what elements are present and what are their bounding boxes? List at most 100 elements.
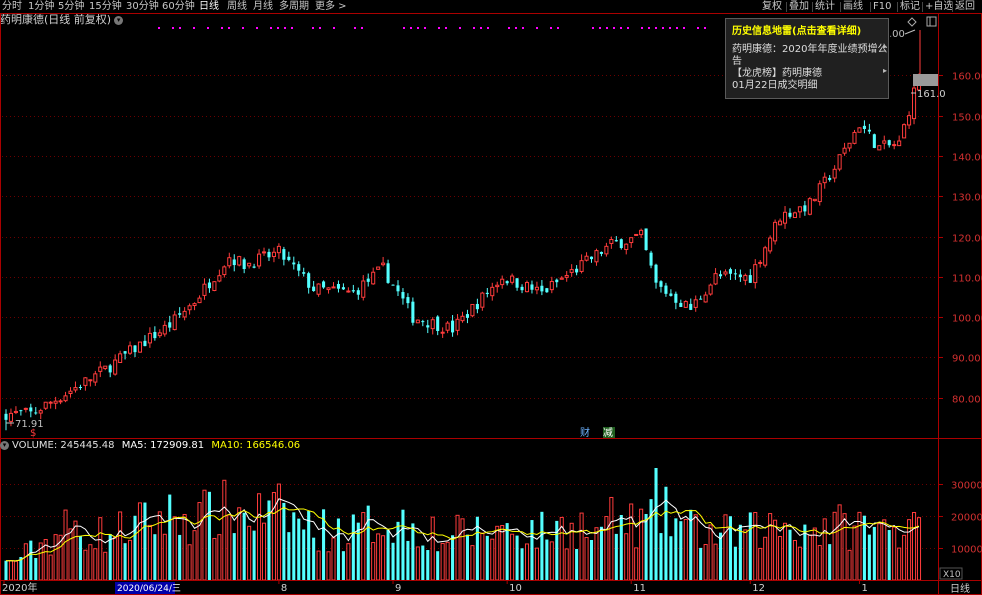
volume-bar <box>887 530 891 580</box>
candle-body <box>723 271 728 275</box>
candle-body <box>748 275 752 283</box>
candle-body <box>237 256 242 266</box>
candle-body <box>143 340 147 347</box>
volume-bar <box>252 530 256 580</box>
volume-bar <box>63 509 68 581</box>
candle-body <box>669 293 673 296</box>
volume-bar <box>341 551 345 580</box>
volume-bar <box>683 518 688 581</box>
volume-bar <box>312 537 316 580</box>
candle-body <box>500 278 505 286</box>
candle-body <box>812 198 817 202</box>
volume-bar <box>524 543 530 581</box>
price-tick-label: 140.00 <box>952 153 982 164</box>
expand-arrow-icon[interactable]: ▸ <box>883 66 887 75</box>
volume-bar <box>143 502 147 580</box>
candle-body <box>123 351 127 354</box>
candle-body <box>659 281 663 287</box>
chevron-down-icon[interactable]: ▾ <box>0 440 9 450</box>
candle-body <box>629 237 634 244</box>
volume-bar <box>515 535 519 580</box>
volume-bar <box>451 535 455 580</box>
candle-body <box>778 220 783 226</box>
candle-body <box>153 331 157 339</box>
candle-body <box>575 268 579 273</box>
candle-body <box>639 229 644 236</box>
volume-bar <box>465 534 470 580</box>
volume-bar <box>207 491 211 580</box>
candle-body <box>703 294 708 303</box>
popup-line-1[interactable]: 药明康德：2020年年度业绩预增公 <box>732 40 887 55</box>
price-tick-label: 90.00 <box>952 354 981 365</box>
volume-bar <box>609 496 614 581</box>
candle-body <box>887 140 891 146</box>
price-tick-label: 160.00 <box>952 72 982 83</box>
info-mine-popup[interactable]: 历史信息地雷(点击查看详细) 药明康德：2020年年度业绩预增公 ▸ 告 【龙虎… <box>725 18 889 99</box>
volume-bar <box>644 513 648 580</box>
volume-tick-label: 30000 <box>951 481 982 492</box>
expand-arrow-icon[interactable]: ▸ <box>883 42 887 51</box>
volume-bar <box>773 519 778 581</box>
volume-bar <box>693 514 698 581</box>
candle-body <box>862 125 866 130</box>
candle-body <box>649 252 653 266</box>
volume-bar <box>495 525 500 581</box>
volume-bar <box>599 526 603 580</box>
dollar-marker: $ <box>30 428 36 439</box>
event-dot <box>256 27 258 29</box>
volume-bar <box>68 528 73 581</box>
candle-body <box>361 280 366 298</box>
volume-bar <box>728 516 732 580</box>
event-dot <box>319 27 321 29</box>
candle-body <box>287 256 291 260</box>
candle-body <box>271 251 276 257</box>
volume-bar <box>837 504 842 581</box>
candle-body <box>137 341 143 353</box>
candle-body <box>406 297 410 304</box>
candle-body <box>837 154 842 170</box>
candle-body <box>182 310 187 318</box>
volume-bar <box>639 508 644 581</box>
volume-bar <box>877 523 882 581</box>
candle-body <box>53 400 58 404</box>
volume-bar <box>168 494 172 580</box>
candle-body <box>782 211 788 224</box>
popup-title[interactable]: 历史信息地雷(点击查看详细) <box>732 22 861 37</box>
volume-bar <box>282 502 286 580</box>
event-dot <box>221 27 223 29</box>
event-dot <box>676 27 678 29</box>
volume-bar <box>415 546 420 581</box>
volume-bar <box>490 538 495 581</box>
candle-body <box>693 299 698 308</box>
candle-body <box>34 412 38 414</box>
candle-body <box>792 212 797 219</box>
volume-bar <box>708 524 713 581</box>
event-dot <box>480 27 482 29</box>
volume-bar <box>331 537 336 581</box>
candle-body <box>396 285 400 292</box>
candle-body <box>718 274 723 277</box>
time-tick-label: 12 <box>752 583 765 594</box>
volume-bar <box>187 544 192 581</box>
volume-bar <box>564 548 569 581</box>
volume-bar <box>792 540 797 581</box>
volume-bar <box>212 537 217 581</box>
volume-bar <box>743 529 748 581</box>
volume-bar <box>88 544 93 581</box>
candle-body <box>222 266 227 276</box>
volume-bar <box>907 519 912 581</box>
volume-bar <box>147 524 152 581</box>
volume-bar <box>113 536 118 581</box>
candle-body <box>902 124 907 139</box>
candle-body <box>63 395 68 402</box>
event-dot <box>669 27 671 29</box>
event-dot <box>550 27 552 29</box>
candle-body <box>654 264 658 283</box>
candle-body <box>440 331 445 334</box>
candle-body <box>346 290 351 293</box>
candle-body <box>847 142 852 149</box>
candle-body <box>857 127 862 133</box>
popup-line-4[interactable]: 01月22日成交明细 <box>732 76 817 91</box>
volume-bar <box>197 502 202 581</box>
candle-body <box>312 286 316 292</box>
